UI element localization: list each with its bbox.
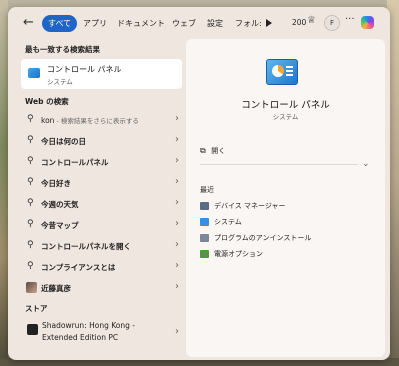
web-result-label: 今日は何の日 — [41, 137, 86, 146]
best-match-subtitle: システム — [47, 78, 73, 86]
avatar[interactable]: F — [324, 15, 340, 31]
search-icon: ⚲ — [27, 135, 34, 145]
control-panel-large-icon — [266, 59, 298, 85]
store-item-title-line1: Shadowrun: Hong Kong - — [42, 321, 135, 330]
best-match-item[interactable]: コントロール パネル システム — [21, 59, 182, 89]
open-external-icon: ⧉ — [200, 146, 206, 155]
web-result-item[interactable]: 近藤真彦 › — [21, 279, 182, 297]
recent-item-uninstall[interactable]: プログラムのアンインストール — [200, 233, 311, 243]
back-arrow-icon[interactable]: ← — [23, 15, 34, 30]
web-result-item[interactable]: ⚲ コントロールパネル › — [21, 153, 182, 171]
web-result-item[interactable]: ⚲ 今週の天気 › — [21, 195, 182, 213]
chevron-right-icon: › — [175, 155, 179, 166]
recent-item-system[interactable]: システム — [200, 217, 242, 227]
chevron-down-icon[interactable]: ⌄ — [362, 159, 370, 169]
system-icon — [200, 218, 209, 226]
web-result-item[interactable]: ⚲ 今日は何の日 › — [21, 132, 182, 150]
store-item[interactable]: Shadowrun: Hong Kong - Extended Edition … — [21, 318, 182, 350]
web-result-item[interactable]: ⚲ 今昔マップ › — [21, 216, 182, 234]
chevron-right-icon: › — [175, 218, 179, 229]
tab-settings[interactable]: 設定 — [201, 15, 229, 32]
web-result-item[interactable]: ⚲ コンプライアンスとは › — [21, 258, 182, 276]
search-icon: ⚲ — [27, 240, 34, 250]
chevron-right-icon: › — [175, 113, 179, 124]
preview-pane: コントロール パネル システム ⧉ 開く ⌄ 最近 デバイス マネージャー シス… — [186, 39, 385, 357]
web-result-label: 今週の天気 — [41, 200, 79, 209]
recent-item-power[interactable]: 電源オプション — [200, 249, 263, 259]
best-match-heading: 最も一致する検索結果 — [25, 45, 100, 54]
web-result-label: 今日好き — [41, 179, 71, 188]
play-icon[interactable] — [266, 19, 272, 27]
web-search-heading: Web の検索 — [25, 97, 69, 106]
search-window: ← すべて アプリ ドキュメント ウェブ 設定 フォル: 200 ♕ F ···… — [8, 7, 390, 360]
desktop-background-left — [0, 0, 8, 366]
programs-icon — [200, 234, 209, 242]
web-result-item[interactable]: ⚲ コントロールパネルを開く › — [21, 237, 182, 255]
chevron-right-icon: › — [175, 326, 179, 337]
web-result-label: コントロールパネル — [41, 158, 109, 167]
chevron-right-icon: › — [175, 197, 179, 208]
device-manager-icon — [200, 202, 209, 210]
search-icon: ⚲ — [27, 261, 34, 271]
preview-title: コントロール パネル — [241, 100, 330, 111]
web-query: kon — [41, 116, 55, 125]
search-icon: ⚲ — [27, 177, 34, 187]
person-thumbnail — [26, 282, 37, 293]
trophy-icon[interactable]: ♕ — [307, 15, 316, 26]
tab-web[interactable]: ウェブ — [166, 15, 202, 32]
open-label: 開く — [211, 147, 226, 155]
power-options-icon — [200, 250, 209, 258]
preview-subtitle: システム — [272, 113, 299, 121]
web-result-item[interactable]: ⚲ 今日好き › — [21, 174, 182, 192]
rewards-count: 200 — [292, 18, 307, 27]
web-result-more[interactable]: ⚲ kon - 検索結果をさらに表示する › — [21, 111, 182, 129]
recent-heading: 最近 — [200, 186, 214, 194]
tab-apps[interactable]: アプリ — [77, 15, 113, 32]
web-result-label: コンプライアンスとは — [41, 263, 116, 272]
bars-glyph — [286, 66, 293, 77]
search-icon: ⚲ — [27, 156, 34, 166]
store-heading: ストア — [25, 304, 48, 313]
control-panel-icon — [28, 68, 40, 78]
web-query-hint: - 検索結果をさらに表示する — [54, 117, 139, 125]
web-result-label: 近藤真彦 — [41, 284, 71, 293]
pie-glyph — [272, 65, 284, 77]
chevron-right-icon: › — [175, 239, 179, 250]
divider — [200, 164, 358, 165]
store-item-title-line2: Extended Edition PC — [42, 333, 119, 342]
web-result-label: 今昔マップ — [41, 221, 79, 230]
best-match-title: コントロール パネル — [47, 65, 122, 74]
recent-item-device-manager[interactable]: デバイス マネージャー — [200, 201, 286, 211]
copilot-icon[interactable] — [361, 16, 374, 29]
tab-all[interactable]: すべて — [42, 15, 78, 32]
search-icon: ⚲ — [27, 198, 34, 208]
chevron-right-icon: › — [175, 176, 179, 187]
game-thumbnail — [27, 324, 38, 335]
search-icon: ⚲ — [27, 114, 34, 124]
search-icon: ⚲ — [27, 219, 34, 229]
search-filter-bar: ← すべて アプリ ドキュメント ウェブ 設定 フォル: 200 ♕ F ··· — [8, 7, 390, 39]
chevron-right-icon: › — [175, 134, 179, 145]
tab-documents[interactable]: ドキュメント — [111, 15, 171, 32]
chevron-right-icon: › — [175, 260, 179, 271]
tab-folders[interactable]: フォル: — [229, 15, 268, 32]
more-icon[interactable]: ··· — [345, 14, 355, 25]
chevron-right-icon: › — [175, 281, 179, 292]
web-result-label: コントロールパネルを開く — [41, 242, 131, 251]
open-action[interactable]: ⧉ 開く — [200, 146, 225, 156]
